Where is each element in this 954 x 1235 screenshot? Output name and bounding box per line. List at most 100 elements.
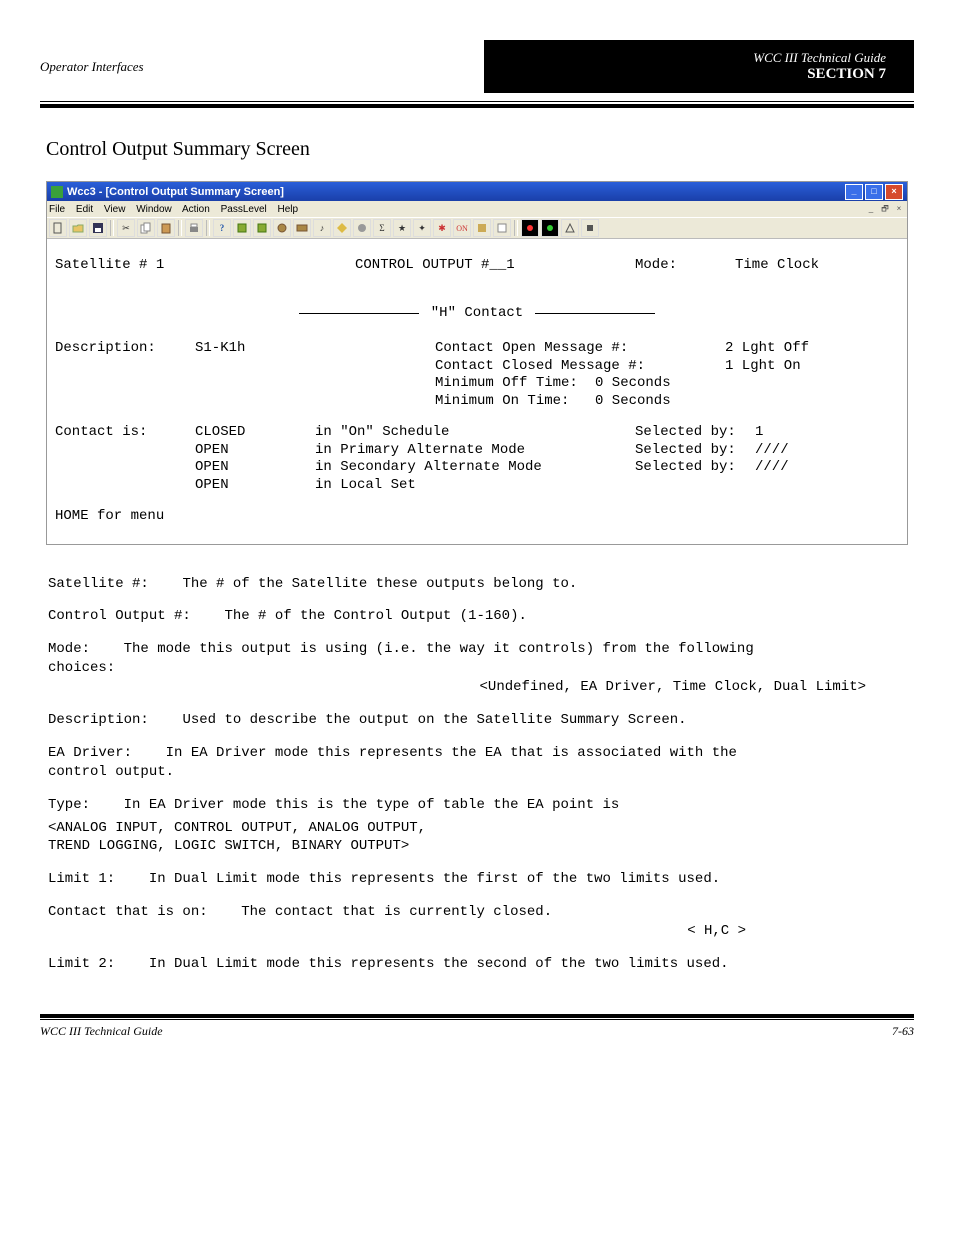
- exp-limit2-label: Limit 2:: [48, 956, 115, 972]
- separator-icon: [110, 220, 114, 236]
- copy-icon[interactable]: [137, 219, 155, 237]
- doc-restore-button[interactable]: 🗗: [879, 204, 891, 215]
- exp-limit1-text: In Dual Limit mode this represents the f…: [149, 871, 720, 887]
- menu-edit[interactable]: Edit: [76, 204, 93, 215]
- tool-icon[interactable]: [293, 219, 311, 237]
- page-footer: WCC III Technical Guide 7-63: [40, 1024, 914, 1039]
- tool-icon[interactable]: [473, 219, 491, 237]
- mode-value: Time Clock: [735, 257, 819, 275]
- exp-desc-text: Used to describe the output on the Satel…: [182, 712, 686, 728]
- screen-content: Satellite # 1 CONTROL OUTPUT #__1 Mode: …: [47, 239, 907, 544]
- exp-contacton-text: The contact that is currently closed.: [241, 904, 552, 920]
- min-off-value: 0 Seconds: [595, 375, 671, 393]
- selected-by-label: Selected by:: [635, 424, 755, 442]
- tool-icon[interactable]: [273, 219, 291, 237]
- tool-icon[interactable]: ON: [453, 219, 471, 237]
- rule-right: [535, 313, 655, 314]
- selected-by-label: Selected by:: [635, 459, 755, 477]
- contact-where: in Primary Alternate Mode: [315, 442, 575, 460]
- paste-icon[interactable]: [157, 219, 175, 237]
- min-on-value: 0 Seconds: [595, 393, 671, 411]
- separator-icon: [514, 220, 518, 236]
- menu-action[interactable]: Action: [182, 204, 210, 215]
- tool-icon[interactable]: [333, 219, 351, 237]
- tool-icon[interactable]: [353, 219, 371, 237]
- close-button[interactable]: ×: [885, 184, 903, 200]
- closed-msg-value: 1 Lght On: [725, 358, 801, 376]
- exp-conum-text: The # of the Control Output (1-160).: [224, 608, 526, 624]
- tool-icon[interactable]: [581, 219, 599, 237]
- exp-type-label: Type:: [48, 797, 90, 813]
- print-icon[interactable]: [185, 219, 203, 237]
- exp-contacton-label: Contact that is on:: [48, 904, 208, 920]
- minimize-button[interactable]: _: [845, 184, 863, 200]
- table-row: OPEN in Secondary Alternate Mode Selecte…: [55, 459, 899, 477]
- control-output-label: CONTROL OUTPUT #__1: [355, 257, 635, 275]
- exp-eadriver-text: In EA Driver mode this represents the EA…: [48, 745, 737, 780]
- app-window: Wcc3 - [Control Output Summary Screen] _…: [46, 181, 908, 545]
- selected-by-value: ////: [755, 442, 789, 460]
- footer-right: 7-63: [892, 1024, 914, 1039]
- tool-icon[interactable]: ★: [393, 219, 411, 237]
- maximize-button[interactable]: □: [865, 184, 883, 200]
- closed-msg-label: Contact Closed Message #:: [435, 358, 675, 376]
- tool-icon[interactable]: [493, 219, 511, 237]
- tool-icon[interactable]: ✦: [413, 219, 431, 237]
- tool-icon[interactable]: [561, 219, 579, 237]
- tool-icon[interactable]: ✱: [433, 219, 451, 237]
- exp-mode-label: Mode:: [48, 641, 90, 657]
- new-icon[interactable]: [49, 219, 67, 237]
- cut-icon[interactable]: ✂: [117, 219, 135, 237]
- save-icon[interactable]: [89, 219, 107, 237]
- exp-eadriver-label: EA Driver:: [48, 745, 132, 761]
- tool-icon[interactable]: [233, 219, 251, 237]
- selected-by-label: Selected by:: [635, 442, 755, 460]
- header-guide: WCC III Technical Guide: [494, 50, 886, 66]
- min-off-label: Minimum Off Time:: [435, 375, 595, 393]
- menu-view[interactable]: View: [104, 204, 126, 215]
- contact-state: OPEN: [195, 442, 315, 460]
- rule-left: [299, 313, 419, 314]
- menu-window[interactable]: Window: [136, 204, 172, 215]
- tool-icon[interactable]: ♪: [313, 219, 331, 237]
- menu-help[interactable]: Help: [278, 204, 299, 215]
- description-label: Description:: [55, 340, 195, 358]
- section-title: Control Output Summary Screen: [46, 138, 914, 161]
- rule-thick: [40, 104, 914, 108]
- home-hint: HOME for menu: [55, 508, 899, 526]
- open-icon[interactable]: [69, 219, 87, 237]
- doc-min-button[interactable]: _: [865, 204, 877, 215]
- h-contact-label: "H" Contact: [425, 305, 529, 323]
- tool-icon[interactable]: [541, 219, 559, 237]
- help-icon[interactable]: ?: [213, 219, 231, 237]
- exp-sat-label: Satellite #:: [48, 576, 149, 592]
- rule-thin: [40, 101, 914, 102]
- selected-by-value: 1: [755, 424, 763, 442]
- contact-table: Contact is: CLOSED in "On" Schedule Sele…: [55, 424, 899, 494]
- doc-close-button[interactable]: ×: [893, 204, 905, 215]
- exp-contacton-choices: < H,C >: [48, 922, 906, 941]
- separator-icon: [178, 220, 182, 236]
- contact-state: OPEN: [195, 477, 315, 495]
- exp-conum-label: Control Output #:: [48, 608, 191, 624]
- contact-state: OPEN: [195, 459, 315, 477]
- menubar: File Edit View Window Action PassLevel H…: [47, 201, 907, 217]
- contact-state: CLOSED: [195, 424, 315, 442]
- footer-rule-thick: [40, 1014, 914, 1018]
- satellite-label: Satellite # 1: [55, 257, 355, 275]
- table-row: OPEN in Primary Alternate Mode Selected …: [55, 442, 899, 460]
- exp-sat-text: The # of the Satellite these outputs bel…: [182, 576, 577, 592]
- menu-file[interactable]: File: [49, 204, 65, 215]
- exp-mode-text1: The mode this output is using (i.e. the …: [124, 641, 754, 657]
- h-contact-heading: "H" Contact: [55, 305, 899, 323]
- tool-icon[interactable]: [521, 219, 539, 237]
- exp-limit2-text: In Dual Limit mode this represents the s…: [149, 956, 729, 972]
- table-row: OPEN in Local Set: [55, 477, 899, 495]
- menu-passlevel[interactable]: PassLevel: [221, 204, 267, 215]
- contact-where: in Secondary Alternate Mode: [315, 459, 575, 477]
- open-msg-value: 2 Lght Off: [725, 340, 809, 358]
- tool-icon[interactable]: Σ: [373, 219, 391, 237]
- tool-icon[interactable]: [253, 219, 271, 237]
- mode-label: Mode:: [635, 257, 735, 275]
- exp-type-choices: <ANALOG INPUT, CONTROL OUTPUT, ANALOG OU…: [48, 819, 906, 857]
